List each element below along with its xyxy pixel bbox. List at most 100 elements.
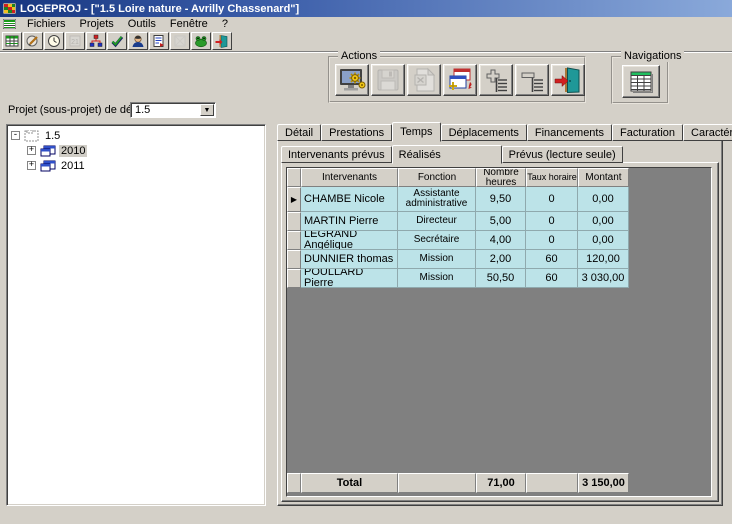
cell-taux-horaire[interactable]: 0 bbox=[526, 231, 578, 250]
cell-taux-horaire[interactable]: 0 bbox=[526, 187, 578, 212]
cell-taux-horaire[interactable]: 0 bbox=[526, 212, 578, 231]
toolbar-frog-button[interactable] bbox=[191, 32, 211, 50]
grid-header-row: Intervenants Fonction Nombre heures Taux… bbox=[287, 168, 711, 187]
expand-toggle-icon[interactable]: + bbox=[27, 146, 36, 155]
checkmark-icon bbox=[110, 34, 124, 48]
column-header-montant: Montant bbox=[578, 168, 629, 187]
cell-taux-horaire[interactable]: 60 bbox=[526, 250, 578, 269]
table-icon bbox=[5, 34, 19, 48]
clock-icon bbox=[47, 34, 61, 48]
remove-line-icon bbox=[517, 66, 547, 94]
row-selector[interactable] bbox=[287, 250, 301, 269]
subtab-prevus-lecture-seule[interactable]: Prévus (lecture seule) bbox=[502, 146, 623, 163]
cell-fonction[interactable]: Mission bbox=[398, 269, 476, 288]
action-exit-button[interactable] bbox=[551, 64, 585, 96]
actions-groupbox-label: Actions bbox=[338, 50, 380, 62]
total-fonction-cell bbox=[398, 473, 476, 493]
project-tree: - 1.5 + 2010 + bbox=[6, 124, 266, 506]
document-cancel-icon bbox=[409, 66, 439, 94]
menu-projets[interactable]: Projets bbox=[73, 17, 121, 31]
table-row[interactable]: DUNNIER thomas Mission 2,00 60 120,00 bbox=[287, 250, 711, 269]
toolbar-table-button[interactable] bbox=[2, 32, 22, 50]
toolbar-report-button[interactable] bbox=[149, 32, 169, 50]
row-selector[interactable] bbox=[287, 212, 301, 231]
cell-fonction[interactable]: Assistante administrative bbox=[398, 187, 476, 212]
collapse-toggle-icon[interactable]: - bbox=[11, 131, 20, 140]
cell-montant[interactable]: 120,00 bbox=[578, 250, 629, 269]
temps-tabpage: Intervenants prévus Réalisés Prévus (lec… bbox=[277, 140, 723, 506]
sub-tabstrip: Intervenants prévus Réalisés Prévus (lec… bbox=[281, 143, 623, 163]
toolbar-validate-button[interactable] bbox=[107, 32, 127, 50]
project-selector-combobox[interactable]: 1.5 ▼ bbox=[130, 102, 216, 118]
cell-montant[interactable]: 0,00 bbox=[578, 231, 629, 250]
tree-node-label[interactable]: 2011 bbox=[59, 160, 87, 172]
tab-detail[interactable]: Détail bbox=[277, 124, 321, 141]
tab-caracteristiques[interactable]: Caractéristiques bbox=[683, 124, 732, 141]
total-montant: 3 150,00 bbox=[578, 473, 629, 493]
cell-intervenant[interactable]: CHAMBE Nicole bbox=[301, 187, 398, 212]
cell-fonction[interactable]: Directeur bbox=[398, 212, 476, 231]
cell-nombre-heures[interactable]: 4,00 bbox=[476, 231, 526, 250]
expand-toggle-icon[interactable]: + bbox=[27, 161, 36, 170]
tree-node-2010[interactable]: + 2010 bbox=[11, 143, 265, 158]
tab-deplacements[interactable]: Déplacements bbox=[441, 124, 527, 141]
cell-montant[interactable]: 3 030,00 bbox=[578, 269, 629, 288]
current-row-arrow-icon: ▶ bbox=[291, 195, 297, 204]
cell-montant[interactable]: 0,00 bbox=[578, 212, 629, 231]
toolbar-user-button[interactable] bbox=[128, 32, 148, 50]
cell-fonction[interactable]: Mission bbox=[398, 250, 476, 269]
navigations-groupbox-label: Navigations bbox=[621, 50, 684, 62]
action-new-window-button[interactable] bbox=[443, 64, 477, 96]
cell-nombre-heures[interactable]: 50,50 bbox=[476, 269, 526, 288]
action-remove-line-button[interactable] bbox=[515, 64, 549, 96]
menu-outils[interactable]: Outils bbox=[121, 17, 163, 31]
menu-fenetre[interactable]: Fenêtre bbox=[163, 17, 215, 31]
tab-facturation[interactable]: Facturation bbox=[612, 124, 683, 141]
subtab-intervenants-prevus[interactable]: Intervenants prévus bbox=[281, 146, 392, 163]
cell-nombre-heures[interactable]: 5,00 bbox=[476, 212, 526, 231]
exit-door-icon bbox=[215, 34, 229, 48]
subtab-realises[interactable]: Réalisés bbox=[392, 145, 502, 164]
toolbar-calendar-button: 21 bbox=[65, 32, 85, 50]
cell-fonction[interactable]: Secrétaire bbox=[398, 231, 476, 250]
toolbar-exit-button[interactable] bbox=[212, 32, 232, 50]
tree-node-label[interactable]: 1.5 bbox=[43, 130, 62, 142]
chevron-down-icon[interactable]: ▼ bbox=[200, 104, 214, 116]
navigation-table-button[interactable] bbox=[622, 65, 660, 98]
table-row[interactable]: MARTIN Pierre Directeur 5,00 0 0,00 bbox=[287, 212, 711, 231]
cell-intervenant[interactable]: MARTIN Pierre bbox=[301, 212, 398, 231]
table-row[interactable]: POULLARD Pierre Mission 50,50 60 3 030,0… bbox=[287, 269, 711, 288]
tree-node-root[interactable]: - 1.5 bbox=[11, 128, 265, 143]
tab-prestations[interactable]: Prestations bbox=[321, 124, 392, 141]
menu-help[interactable]: ? bbox=[215, 17, 235, 31]
row-selector[interactable]: ▶ bbox=[287, 187, 301, 212]
row-selector[interactable] bbox=[287, 231, 301, 250]
tree-node-2011[interactable]: + 2011 bbox=[11, 158, 265, 173]
toolbar-clock-button[interactable] bbox=[44, 32, 64, 50]
cell-intervenant[interactable]: POULLARD Pierre bbox=[301, 269, 398, 288]
actions-groupbox: Actions bbox=[328, 56, 586, 103]
table-row[interactable]: ▶ CHAMBE Nicole Assistante administrativ… bbox=[287, 187, 711, 212]
action-add-line-button[interactable] bbox=[479, 64, 513, 96]
cell-nombre-heures[interactable]: 2,00 bbox=[476, 250, 526, 269]
mdi-child-system-icon[interactable] bbox=[3, 19, 16, 29]
cell-intervenant[interactable]: DUNNIER thomas bbox=[301, 250, 398, 269]
cell-taux-horaire[interactable]: 60 bbox=[526, 269, 578, 288]
svg-text:21: 21 bbox=[71, 39, 79, 46]
tab-temps[interactable]: Temps bbox=[392, 122, 440, 142]
report-icon bbox=[152, 34, 166, 48]
toolbar-structure-button[interactable] bbox=[86, 32, 106, 50]
table-row[interactable]: LEGRAND Angélique Secrétaire 4,00 0 0,00 bbox=[287, 231, 711, 250]
total-taux-horaire-cell bbox=[526, 473, 578, 493]
row-selector[interactable] bbox=[287, 269, 301, 288]
application-window: { "window": { "title": "LOGEPROJ - [\"1.… bbox=[0, 0, 732, 524]
tab-financements[interactable]: Financements bbox=[527, 124, 612, 141]
action-process-button[interactable] bbox=[335, 64, 369, 96]
grid-corner-cell bbox=[287, 168, 301, 187]
toolbar-edit-button[interactable] bbox=[23, 32, 43, 50]
menu-fichiers[interactable]: Fichiers bbox=[20, 17, 73, 31]
cell-montant[interactable]: 0,00 bbox=[578, 187, 629, 212]
tree-node-label[interactable]: 2010 bbox=[59, 145, 87, 157]
cell-intervenant[interactable]: LEGRAND Angélique bbox=[301, 231, 398, 250]
cell-nombre-heures[interactable]: 9,50 bbox=[476, 187, 526, 212]
